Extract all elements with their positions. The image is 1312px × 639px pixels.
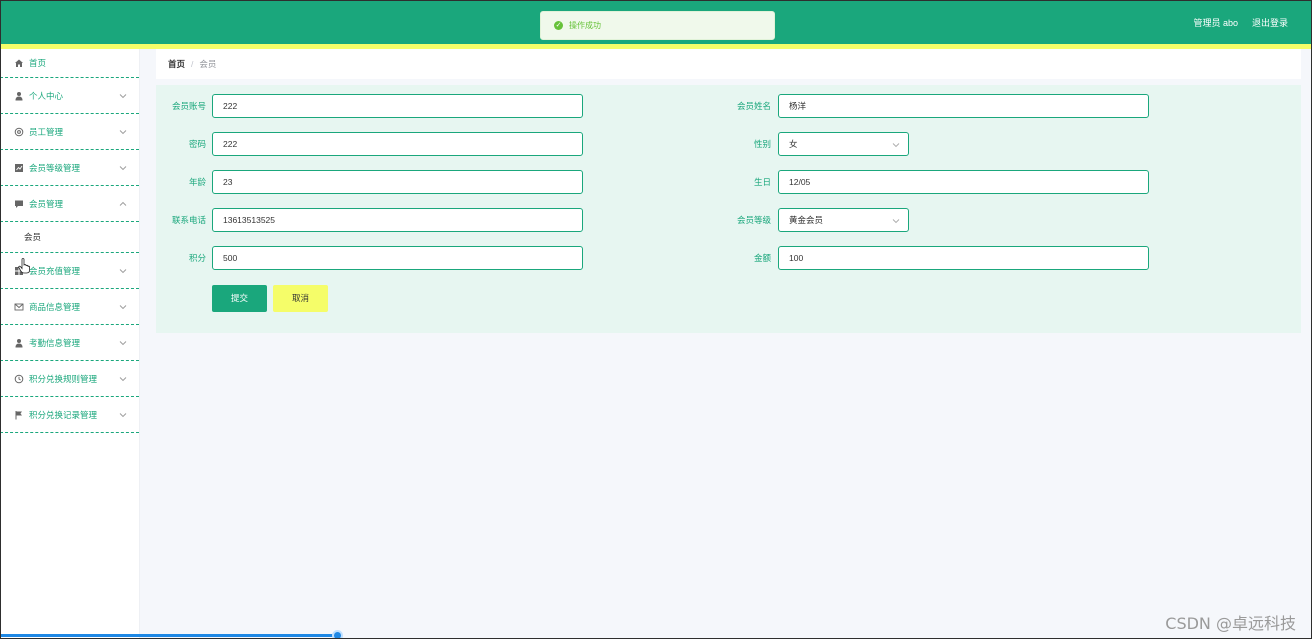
level-select-value: 黄金会员 — [789, 215, 824, 225]
member-form: 会员账号 222 会员姓名 杨洋 密码 222 性别 女 年龄 23 生日 12… — [156, 85, 1301, 333]
settings-icon — [14, 127, 24, 137]
logout-link[interactable]: 退出登录 — [1252, 16, 1288, 29]
success-toast: ✓ 操作成功 — [540, 11, 775, 40]
watermark: CSDN @卓远科技 — [1165, 614, 1296, 633]
hand-cursor-icon — [18, 258, 30, 274]
sidebar: 首页 个人中心 员工管理 会员等级管理 会员管理 会员 会员充值管理 商品信息管… — [0, 49, 140, 639]
chevron-down-icon — [119, 92, 127, 100]
check-circle-icon: ✓ — [554, 21, 563, 30]
sidebar-item-label: 会员充值管理 — [29, 265, 81, 276]
sidebar-item-label: 商品信息管理 — [29, 301, 81, 312]
home-icon — [14, 58, 24, 68]
amount-input[interactable]: 100 — [778, 246, 1149, 270]
sidebar-item-home[interactable]: 首页 — [0, 49, 139, 78]
cancel-button[interactable]: 取消 — [273, 285, 328, 312]
sidebar-item-member-management[interactable]: 会员管理 — [0, 186, 139, 222]
phone-input[interactable]: 13613513525 — [212, 208, 583, 232]
header-user-area: 管理员 abo 退出登录 — [1193, 16, 1288, 29]
sidebar-item-label: 首页 — [29, 58, 47, 68]
chevron-down-icon — [119, 128, 127, 136]
toast-message: 操作成功 — [569, 21, 601, 30]
submit-button[interactable]: 提交 — [212, 285, 267, 312]
sidebar-item-points-records[interactable]: 积分兑换记录管理 — [0, 397, 139, 433]
breadcrumb-separator: / — [191, 59, 194, 69]
sidebar-subitem-label: 会员 — [24, 232, 42, 242]
sidebar-item-member-level[interactable]: 会员等级管理 — [0, 150, 139, 186]
birthday-label: 生日 — [753, 177, 771, 187]
sidebar-item-label: 个人中心 — [29, 90, 64, 101]
phone-label: 联系电话 — [171, 215, 206, 225]
points-label: 积分 — [188, 253, 206, 263]
account-label: 会员账号 — [171, 101, 206, 111]
chevron-down-icon — [119, 267, 127, 275]
sidebar-item-label: 会员管理 — [29, 198, 64, 209]
name-label: 会员姓名 — [736, 101, 771, 111]
chevron-down-icon — [119, 303, 127, 311]
breadcrumb-current: 会员 — [199, 59, 217, 69]
chevron-down-icon — [119, 411, 127, 419]
breadcrumb: 首页 / 会员 — [156, 49, 1301, 79]
sidebar-item-product-info[interactable]: 商品信息管理 — [0, 289, 139, 325]
sidebar-item-label: 积分兑换记录管理 — [29, 409, 98, 420]
age-input[interactable]: 23 — [212, 170, 583, 194]
level-select[interactable]: 黄金会员 — [778, 208, 909, 232]
amount-label: 金额 — [753, 253, 771, 263]
name-input[interactable]: 杨洋 — [778, 94, 1149, 118]
sidebar-item-attendance[interactable]: 考勤信息管理 — [0, 325, 139, 361]
sidebar-item-profile[interactable]: 个人中心 — [0, 78, 139, 114]
user-icon — [14, 91, 24, 101]
sidebar-item-label: 考勤信息管理 — [29, 337, 81, 348]
gender-select-value: 女 — [789, 139, 798, 149]
video-progress-bar[interactable] — [0, 634, 338, 637]
chevron-down-icon — [892, 141, 900, 149]
top-header: ✓ 操作成功 管理员 abo 退出登录 — [0, 0, 1312, 44]
gender-label: 性别 — [753, 139, 771, 149]
chevron-up-icon — [119, 200, 127, 208]
chevron-down-icon — [119, 375, 127, 383]
level-label: 会员等级 — [736, 215, 771, 225]
message-icon — [14, 199, 24, 209]
sidebar-item-label: 积分兑换规则管理 — [29, 373, 98, 384]
gender-select[interactable]: 女 — [778, 132, 909, 156]
clock-icon — [14, 374, 24, 384]
chevron-down-icon — [119, 164, 127, 172]
sidebar-item-staff[interactable]: 员工管理 — [0, 114, 139, 150]
age-label: 年龄 — [188, 177, 206, 187]
video-progress-handle[interactable] — [332, 630, 343, 639]
sidebar-item-label: 会员等级管理 — [29, 162, 81, 173]
admin-label: 管理员 abo — [1193, 18, 1238, 28]
mail-icon — [14, 302, 24, 312]
breadcrumb-home[interactable]: 首页 — [168, 58, 185, 70]
sidebar-subitem-member[interactable]: 会员 — [0, 222, 139, 253]
chevron-down-icon — [119, 339, 127, 347]
password-input[interactable]: 222 — [212, 132, 583, 156]
chevron-down-icon — [892, 217, 900, 225]
points-input[interactable]: 500 — [212, 246, 583, 270]
birthday-input[interactable]: 12/05 — [778, 170, 1149, 194]
sidebar-item-points-rules[interactable]: 积分兑换规则管理 — [0, 361, 139, 397]
account-input[interactable]: 222 — [212, 94, 583, 118]
user-icon — [14, 338, 24, 348]
chart-icon — [14, 163, 24, 173]
sidebar-item-label: 员工管理 — [29, 126, 64, 137]
password-label: 密码 — [188, 139, 206, 149]
flag-icon — [14, 410, 24, 420]
